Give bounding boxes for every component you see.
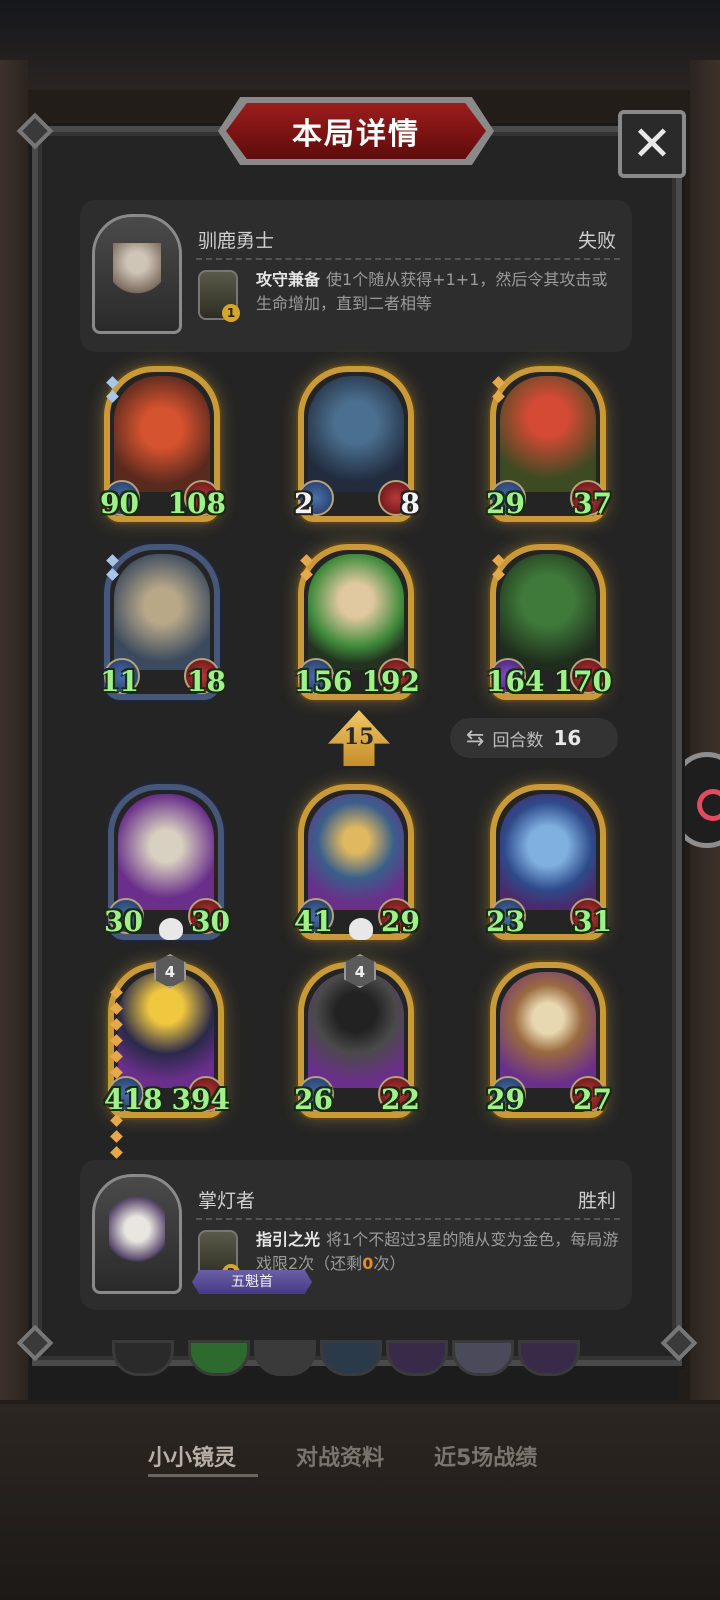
minion-health: 8	[400, 487, 420, 520]
minion-attack: 90	[100, 487, 139, 520]
opponent-card: 驯鹿勇士 失败 1 攻守兼备 使1个随从获得+1+1，然后令其攻击或生命增加，直到…	[80, 200, 632, 352]
player-minion-4[interactable]: 4 418 394	[104, 954, 230, 1159]
right-frame	[690, 60, 720, 1400]
minion-health: 29	[381, 905, 420, 938]
bottom-tab-bar	[0, 1404, 720, 1600]
top-background	[0, 0, 720, 90]
minion-attack: 23	[486, 905, 525, 938]
player-minion-6[interactable]: 29 27	[486, 962, 612, 1118]
dialog-title: 本局详情	[292, 117, 420, 152]
opponent-minion-3[interactable]: 29 37	[486, 366, 612, 522]
minion-art	[114, 554, 210, 670]
minion-art	[308, 794, 404, 910]
hero-power-name: 指引之光	[256, 1230, 321, 1249]
minion-health: 30	[191, 905, 230, 938]
skull-icon	[159, 918, 183, 940]
opponent-hero-power-text: 攻守兼备 使1个随从获得+1+1，然后令其攻击或生命增加，直到二者相等	[256, 268, 620, 316]
minion-attack: 418	[104, 1083, 163, 1116]
title-banner: 本局详情	[226, 103, 486, 159]
minion-health: 18	[187, 665, 226, 698]
player-minion-3[interactable]: 23 31	[486, 784, 612, 940]
tab-mirror-spirit[interactable]: 小小镜灵	[148, 1440, 236, 1472]
player-result: 胜利	[577, 1190, 616, 1212]
minion-art	[308, 972, 404, 1088]
opponent-minion-6[interactable]: 164 170	[486, 544, 612, 700]
opponent-minion-1[interactable]: 90 108	[100, 366, 226, 522]
hero-power-level: 1	[222, 304, 240, 322]
close-button[interactable]: ✕	[618, 110, 686, 178]
player-portrait[interactable]	[92, 1174, 182, 1294]
player-minion-5[interactable]: 4 26 22	[294, 954, 420, 1118]
opponent-result: 失败	[577, 230, 616, 252]
minion-health: 108	[167, 487, 226, 520]
hero-power-name: 攻守兼备	[256, 270, 321, 289]
minion-attack: 29	[486, 487, 525, 520]
minion-health: 22	[381, 1083, 420, 1116]
minion-attack: 164	[486, 665, 545, 698]
opponent-minion-2[interactable]: 2 8	[294, 366, 420, 522]
round-label: 回合数	[492, 730, 544, 751]
minion-art	[500, 972, 596, 1088]
minion-art	[500, 794, 596, 910]
minion-art	[308, 376, 404, 492]
opponent-name: 驯鹿勇士	[198, 230, 275, 252]
tab-battle-info[interactable]: 对战资料	[296, 1440, 384, 1472]
divider	[196, 258, 620, 260]
minion-art	[500, 554, 596, 670]
round-count-pill: ⇆ 回合数 16	[450, 718, 618, 758]
minion-attack: 30	[104, 905, 143, 938]
turn-number: 15	[343, 724, 375, 750]
minion-health: 394	[171, 1083, 230, 1116]
round-value: 16	[553, 726, 582, 750]
rank-badge: 五魁首	[192, 1270, 312, 1294]
player-minion-1[interactable]: 30 30	[104, 784, 230, 940]
divider	[196, 1218, 620, 1220]
minion-attack: 11	[100, 665, 139, 698]
minion-health: 27	[573, 1083, 612, 1116]
opponent-hero-power-icon[interactable]: 1	[198, 270, 240, 322]
left-frame	[0, 60, 28, 1400]
minion-attack: 29	[486, 1083, 525, 1116]
player-card: 掌灯者 胜利 2 指引之光将1个不超过3星的随从变为金色，每局游戏限2次（还剩0…	[80, 1160, 632, 1310]
opponent-portrait[interactable]	[92, 214, 182, 334]
minion-health: 192	[361, 665, 420, 698]
refresh-icon: ⇆	[466, 725, 485, 751]
player-name: 掌灯者	[198, 1190, 256, 1212]
remaining-uses: 0	[362, 1254, 374, 1273]
player-hero-power-text: 指引之光 将1个不超过3星的随从变为金色，每局游戏限2次（还剩0次）	[256, 1228, 620, 1276]
tab-recent-matches[interactable]: 近5场战绩	[434, 1440, 537, 1472]
hero-power-description-end: 次）	[373, 1254, 406, 1273]
minion-attack: 41	[294, 905, 333, 938]
minion-health: 170	[553, 665, 612, 698]
minion-attack: 156	[294, 665, 353, 698]
minion-art	[500, 376, 596, 492]
minion-art	[114, 376, 210, 492]
active-tab-indicator	[148, 1474, 258, 1477]
skull-icon	[349, 918, 373, 940]
close-icon: ✕	[631, 116, 673, 172]
player-minion-2[interactable]: 41 29	[294, 784, 420, 940]
opponent-minion-5[interactable]: 156 192	[294, 544, 420, 700]
minion-attack: 26	[294, 1083, 333, 1116]
minion-art	[308, 554, 404, 670]
minion-attack: 2	[294, 487, 314, 520]
opponent-minion-4[interactable]: 11 18	[100, 544, 226, 700]
minion-art	[118, 794, 214, 910]
minion-health: 31	[573, 905, 612, 938]
minion-health: 37	[573, 487, 612, 520]
minion-art	[118, 972, 214, 1088]
